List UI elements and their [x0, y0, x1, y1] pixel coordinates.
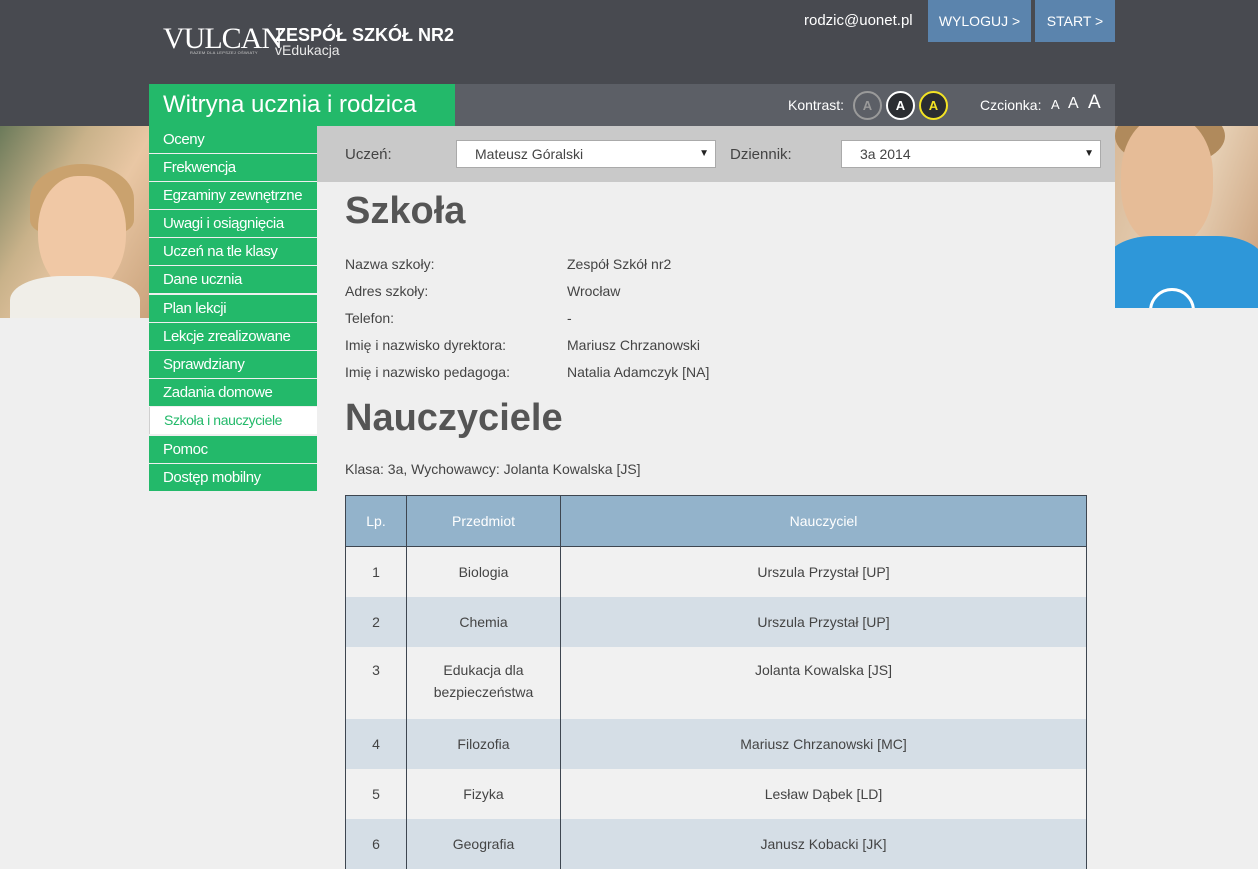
teachers-heading: Nauczyciele	[345, 397, 563, 439]
sidebar-item-zadania-domowe[interactable]: Zadania domowe	[149, 379, 317, 406]
portal-title: Witryna ucznia i rodzica	[149, 84, 455, 126]
journal-select-value: 3a 2014	[860, 146, 911, 162]
table-row: 3 Edukacja dla bezpieczeństwa Jolanta Ko…	[345, 646, 1087, 719]
student-boy-photo	[1115, 126, 1258, 308]
sidebar-item-dane-ucznia[interactable]: Dane ucznia	[149, 266, 317, 293]
journal-select[interactable]: 3a 2014 ▼	[841, 140, 1101, 168]
phone-value: -	[567, 310, 572, 326]
row-lp: 6	[345, 818, 407, 869]
row-teacher: Jolanta Kowalska [JS]	[560, 646, 1087, 719]
sidebar-nav: Oceny Frekwencja Egzaminy zewnętrzne Uwa…	[149, 126, 317, 492]
contrast-label: Kontrast:	[788, 97, 845, 113]
row-subject: Fizyka	[406, 768, 561, 819]
school-name-value: Zespół Szkół nr2	[567, 256, 672, 272]
font-size-label: Czcionka:	[980, 97, 1042, 113]
row-subject: Biologia	[406, 546, 561, 597]
row-subject: Geografia	[406, 818, 561, 869]
row-lp: 5	[345, 768, 407, 819]
column-header-subject: Przedmiot	[406, 495, 561, 547]
sidebar-item-pomoc[interactable]: Pomoc	[149, 436, 317, 463]
journal-label: Dziennik:	[730, 146, 792, 163]
table-row: 6 Geografia Janusz Kobacki [JK]	[345, 818, 1087, 869]
teachers-table: Lp. Przedmiot Nauczyciel 1 Biologia Ursz…	[345, 495, 1087, 869]
school-subtitle: vEdukacja	[275, 42, 340, 58]
sidebar-item-lekcje-zrealizowane[interactable]: Lekcje zrealizowane	[149, 323, 317, 350]
sidebar-item-sprawdziany[interactable]: Sprawdziany	[149, 351, 317, 378]
sidebar-item-plan-lekcji[interactable]: Plan lekcji	[149, 295, 317, 322]
dropdown-arrow-icon: ▼	[699, 148, 709, 159]
pedagogue-label: Imię i nazwisko pedagoga:	[345, 364, 510, 380]
font-medium-button[interactable]: A	[1068, 95, 1079, 113]
phone-label: Telefon:	[345, 310, 395, 326]
row-teacher: Janusz Kobacki [JK]	[560, 818, 1087, 869]
school-heading: Szkoła	[345, 190, 466, 232]
sidebar-item-szkola-i-nauczyciele[interactable]: Szkoła i nauczyciele	[149, 407, 317, 434]
row-subject: Filozofia	[406, 718, 561, 769]
pedagogue-value: Natalia Adamczyk [NA]	[567, 364, 710, 380]
student-select[interactable]: Mateusz Góralski ▼	[456, 140, 716, 168]
school-name-label: Nazwa szkoły:	[345, 256, 435, 272]
logout-button[interactable]: WYLOGUJ >	[928, 0, 1031, 42]
row-lp: 3	[345, 646, 407, 719]
contrast-yellow-button[interactable]: A	[919, 91, 948, 120]
student-girl-photo	[0, 126, 149, 318]
row-subject: Chemia	[406, 596, 561, 647]
row-lp: 1	[345, 546, 407, 597]
student-label: Uczeń:	[345, 146, 392, 163]
font-large-button[interactable]: A	[1088, 92, 1101, 114]
logo-tagline: RAZEM DLA LEPSZEJ OŚWIATY	[190, 50, 258, 55]
director-value: Mariusz Chrzanowski	[567, 337, 701, 353]
dropdown-arrow-icon: ▼	[1084, 148, 1094, 159]
row-subject: Edukacja dla bezpieczeństwa	[406, 646, 561, 719]
row-lp: 2	[345, 596, 407, 647]
contrast-white-button[interactable]: A	[886, 91, 915, 120]
school-address-value: Wrocław	[567, 283, 621, 299]
table-row: 4 Filozofia Mariusz Chrzanowski [MC]	[345, 718, 1087, 769]
table-header-row: Lp. Przedmiot Nauczyciel	[345, 495, 1087, 547]
table-row: 5 Fizyka Lesław Dąbek [LD]	[345, 768, 1087, 819]
sidebar-item-frekwencja[interactable]: Frekwencja	[149, 154, 317, 181]
row-teacher: Urszula Przystał [UP]	[560, 596, 1087, 647]
font-small-button[interactable]: A	[1051, 97, 1060, 112]
user-email: rodzic@uonet.pl	[804, 12, 913, 29]
sidebar-item-egzaminy[interactable]: Egzaminy zewnętrzne	[149, 182, 317, 209]
school-address-label: Adres szkoły:	[345, 283, 429, 299]
table-row: 2 Chemia Urszula Przystał [UP]	[345, 596, 1087, 647]
director-label: Imię i nazwisko dyrektora:	[345, 337, 507, 353]
start-button[interactable]: START >	[1035, 0, 1115, 42]
class-tutor-info: Klasa: 3a, Wychowawcy: Jolanta Kowalska …	[345, 461, 641, 477]
student-select-value: Mateusz Góralski	[475, 146, 584, 162]
sidebar-item-uczen-na-tle-klasy[interactable]: Uczeń na tle klasy	[149, 238, 317, 265]
row-teacher: Lesław Dąbek [LD]	[560, 768, 1087, 819]
column-header-lp: Lp.	[345, 495, 407, 547]
contrast-default-button[interactable]: A	[853, 91, 882, 120]
row-teacher: Mariusz Chrzanowski [MC]	[560, 718, 1087, 769]
table-row: 1 Biologia Urszula Przystał [UP]	[345, 546, 1087, 597]
row-lp: 4	[345, 718, 407, 769]
row-teacher: Urszula Przystał [UP]	[560, 546, 1087, 597]
sidebar-item-dostep-mobilny[interactable]: Dostęp mobilny	[149, 464, 317, 491]
sidebar-item-uwagi[interactable]: Uwagi i osiągnięcia	[149, 210, 317, 237]
column-header-teacher: Nauczyciel	[560, 495, 1087, 547]
sidebar-item-oceny[interactable]: Oceny	[149, 126, 317, 153]
